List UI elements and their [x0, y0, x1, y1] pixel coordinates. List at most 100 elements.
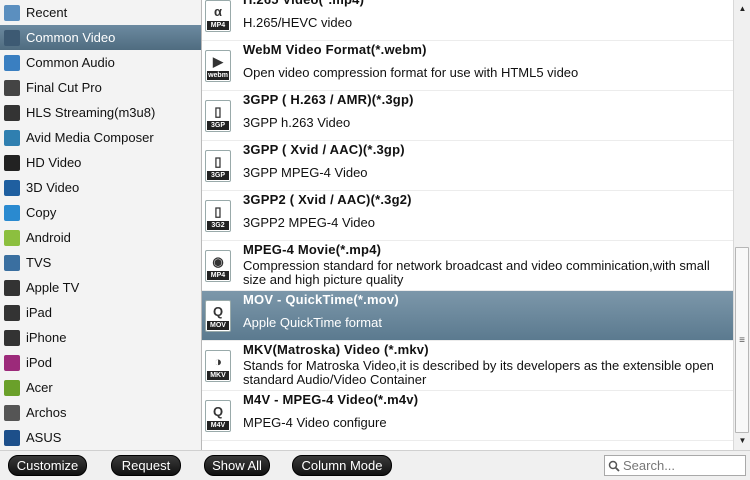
3d-icon — [4, 179, 20, 196]
category-item[interactable]: iPad — [0, 300, 201, 325]
category-item[interactable]: Acer — [0, 375, 201, 400]
asus-icon — [4, 429, 20, 446]
category-label: HLS Streaming(m3u8) — [26, 105, 156, 120]
category-item[interactable]: HD Video — [0, 150, 201, 175]
request-button[interactable]: Request — [111, 455, 181, 476]
format-name: 3GPP ( Xvid / AAC)(*.3gp) — [243, 142, 405, 157]
iphone-icon — [4, 329, 20, 346]
format-item[interactable]: ▯ 3GP 3GPP ( Xvid / AAC)(*.3gp) 3GPP MPEG-4… — [202, 141, 733, 191]
customize-button[interactable]: Customize — [8, 455, 87, 476]
ipod-icon — [4, 354, 20, 371]
scroll-down-icon[interactable]: ▼ — [735, 433, 750, 448]
format-description: H.265/HEVC video — [243, 15, 353, 30]
format-name: M4V - MPEG-4 Video(*.m4v) — [243, 392, 419, 407]
format-list-scrollbar[interactable]: ▲ ≡ ▼ — [733, 0, 750, 450]
m4v-icon: Q M4V — [205, 400, 231, 432]
search-icon — [605, 460, 623, 472]
format-name: H.265 Video(*.mp4) — [243, 0, 364, 7]
format-tag: 3GP — [207, 121, 229, 130]
category-label: Android — [26, 230, 71, 245]
format-name: 3GPP2 ( Xvid / AAC)(*.3g2) — [243, 192, 412, 207]
format-glyph: ▯ — [214, 153, 222, 169]
category-label: Recent — [26, 5, 68, 20]
category-item[interactable]: iPhone — [0, 325, 201, 350]
category-item[interactable]: 3D Video — [0, 175, 201, 200]
show-all-button[interactable]: Show All — [204, 455, 270, 476]
format-tag: 3G2 — [207, 221, 229, 230]
category-label: Final Cut Pro — [26, 80, 102, 95]
format-item[interactable]: ▯ 3GP 3GPP ( H.263 / AMR)(*.3gp) 3GPP h.263… — [202, 91, 733, 141]
column-mode-button[interactable]: Column Mode — [292, 455, 392, 476]
h265-icon: α MP4 — [205, 0, 231, 32]
category-item[interactable]: Recent — [0, 0, 201, 25]
webm-icon: ▶ webm — [205, 50, 231, 82]
format-item[interactable]: ◑ MKV MKV(Matroska) Video (*.mkv) Stands fo… — [202, 341, 733, 391]
copy-icon — [4, 204, 20, 221]
format-glyph: ▯ — [214, 203, 222, 219]
hd-icon — [4, 154, 20, 171]
m3u8-icon — [4, 104, 20, 121]
format-glyph: Q — [212, 404, 224, 419]
category-item[interactable]: TVS — [0, 250, 201, 275]
category-item[interactable]: Common Audio — [0, 50, 201, 75]
scrollbar-thumb[interactable]: ≡ — [735, 247, 749, 433]
search-input[interactable] — [623, 458, 741, 473]
format-description: Compression standard for network broadca… — [243, 258, 710, 287]
format-tag: M4V — [207, 421, 229, 430]
category-label: iPod — [26, 355, 53, 370]
format-glyph: ▶ — [213, 53, 223, 69]
category-item[interactable]: Avid Media Composer — [0, 125, 201, 150]
format-name: MKV(Matroska) Video (*.mkv) — [243, 342, 429, 357]
category-label: TVS — [26, 255, 52, 270]
format-name: MPEG-4 Movie(*.mp4) — [243, 242, 382, 257]
scroll-up-icon[interactable]: ▲ — [735, 1, 750, 16]
category-label: Archos — [26, 405, 67, 420]
search-box[interactable] — [604, 455, 746, 476]
format-item[interactable]: ▶ webm WebM Video Format(*.webm) Open video… — [202, 41, 733, 91]
format-item[interactable]: Q M4V M4V - MPEG-4 Video(*.m4v) MPEG-4 Vide… — [202, 391, 733, 441]
format-name: MOV - QuickTime(*.mov) — [243, 292, 399, 307]
format-tag: webm — [207, 71, 229, 80]
category-item[interactable]: Android — [0, 225, 201, 250]
android-icon — [4, 229, 20, 246]
avid-icon — [4, 129, 20, 146]
format-item[interactable]: Q MOV MOV - QuickTime(*.mov) Apple QuickTim… — [202, 291, 733, 341]
format-description: MPEG-4 Video configure — [243, 415, 387, 430]
final-cut-pro-icon — [4, 79, 20, 96]
format-item[interactable]: α MP4 H.265 Video(*.mp4) H.265/HEVC video — [202, 0, 733, 41]
mkv-icon: ◑ MKV — [205, 350, 231, 382]
category-item[interactable]: Apple TV — [0, 275, 201, 300]
category-label: Common Audio — [26, 55, 115, 70]
archos-icon — [4, 404, 20, 421]
category-item[interactable]: Archos — [0, 400, 201, 425]
category-label: Apple TV — [26, 280, 80, 295]
format-tag: 3GP — [207, 171, 229, 180]
mp4-icon: ◉ MP4 — [205, 250, 231, 282]
category-label: 3D Video — [26, 180, 80, 195]
apple-tv-icon — [4, 279, 20, 296]
format-description: Stands for Matroska Video,it is describe… — [243, 358, 714, 387]
format-description: 3GPP2 MPEG-4 Video — [243, 215, 375, 230]
acer-icon — [4, 379, 20, 396]
category-label: Common Video — [26, 30, 116, 45]
category-item[interactable]: Final Cut Pro — [0, 75, 201, 100]
format-description: Open video compression format for use wi… — [243, 65, 579, 80]
category-label: iPhone — [26, 330, 67, 345]
format-item[interactable]: ◉ MP4 MPEG-4 Movie(*.mp4) Compression stand… — [202, 241, 733, 291]
bottom-toolbar: Customize Request Show All Column Mode — [0, 450, 750, 480]
format-tag: MOV — [207, 321, 229, 330]
category-item[interactable]: ASUS — [0, 425, 201, 450]
category-item[interactable]: Copy — [0, 200, 201, 225]
quicktime-icon: Q MOV — [205, 300, 231, 332]
category-item[interactable]: Common Video — [0, 25, 201, 50]
format-tag: MP4 — [207, 271, 229, 280]
category-item[interactable]: iPod — [0, 350, 201, 375]
category-label: ASUS — [26, 430, 62, 445]
category-item[interactable]: HLS Streaming(m3u8) — [0, 100, 201, 125]
3g2-icon: ▯ 3G2 — [205, 200, 231, 232]
category-label: Avid Media Composer — [26, 130, 154, 145]
category-list: Recent Common Video Common Audio Final Cut … — [0, 0, 201, 450]
format-name: 3GPP ( H.263 / AMR)(*.3gp) — [243, 92, 414, 107]
category-label: HD Video — [26, 155, 82, 170]
format-item[interactable]: ▯ 3G2 3GPP2 ( Xvid / AAC)(*.3g2) 3GPP2 MPEG… — [202, 191, 733, 241]
